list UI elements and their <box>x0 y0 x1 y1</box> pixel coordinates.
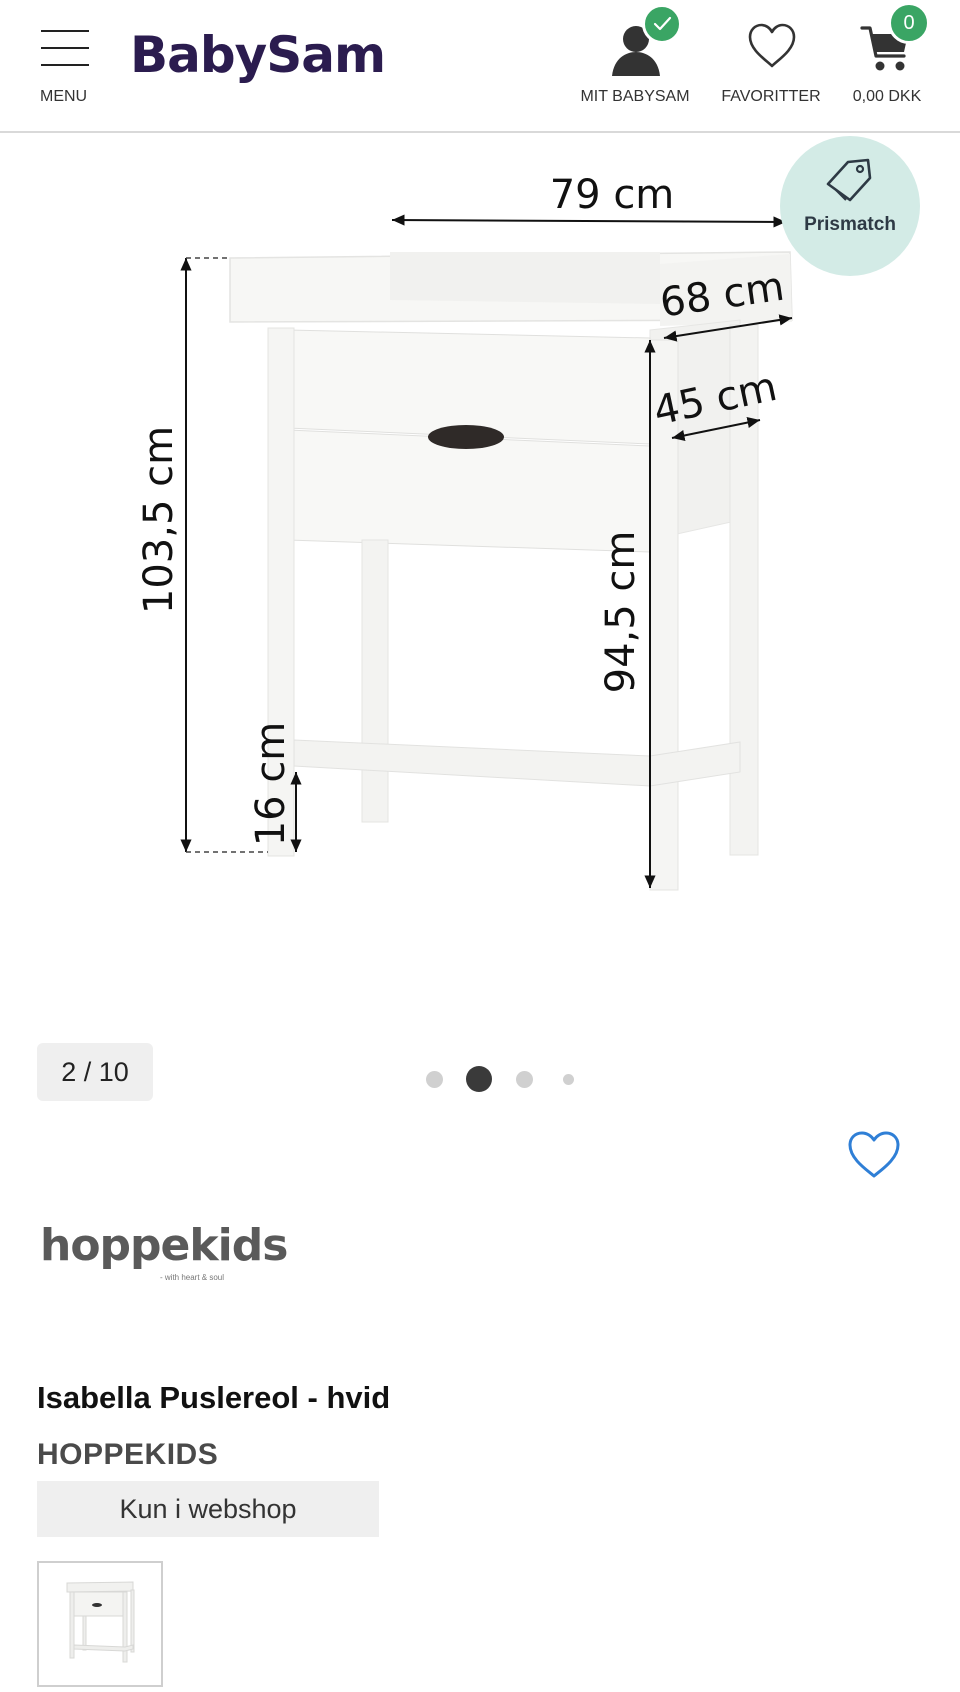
heart-icon <box>848 1131 900 1178</box>
carousel-dot[interactable] <box>516 1071 533 1088</box>
product-brand[interactable]: HOPPEKIDS <box>37 1438 218 1472</box>
menu-label: MENU <box>40 88 88 105</box>
site-header: MENU BabySam MIT BABYSAM FAVORITTER 0,00… <box>0 0 960 133</box>
favorites-label: FAVORITTER <box>721 88 821 105</box>
total-height-dimension-label: 103,5 cm <box>136 426 182 614</box>
account-label: MIT BABYSAM <box>580 88 690 105</box>
thumbnail-image <box>39 1563 161 1685</box>
brand-logo-tagline: - with heart & soul <box>160 1273 225 1282</box>
surface-height-dimension-label: 94,5 cm <box>598 531 644 694</box>
prismatch-label: Prismatch <box>804 214 896 235</box>
hoppekids-logo[interactable]: hoppekids - with heart & soul <box>38 1220 298 1290</box>
image-counter: 2 / 10 <box>37 1043 153 1101</box>
carousel-dot[interactable] <box>563 1074 574 1085</box>
hamburger-icon <box>41 30 89 66</box>
shelf-height-dimension-label: 16 cm <box>248 722 294 847</box>
cart-total: 0,00 DKK <box>852 88 922 105</box>
product-thumbnail[interactable] <box>37 1561 163 1687</box>
cart-count-badge: 0 <box>888 2 930 44</box>
heart-icon <box>748 23 796 68</box>
product-title: Isabella Puslereol - hvid <box>37 1380 391 1415</box>
add-to-favorites-button[interactable] <box>846 1130 902 1180</box>
prismatch-badge[interactable]: Prismatch <box>780 136 920 276</box>
carousel-dot[interactable] <box>426 1071 443 1088</box>
width-dimension-label: 79 cm <box>550 172 675 218</box>
carousel-dot-active[interactable] <box>466 1066 492 1092</box>
logged-in-check-badge <box>642 4 682 44</box>
brand-logo-word: hoppekids <box>40 1220 288 1271</box>
check-icon <box>653 16 672 31</box>
favorites-button[interactable]: FAVORITTER <box>712 18 830 118</box>
availability-badge: Kun i webshop <box>37 1481 379 1537</box>
price-tag-icon <box>826 158 872 202</box>
carousel-dots <box>426 1066 576 1092</box>
babysam-logo[interactable]: BabySam <box>130 26 386 84</box>
menu-button[interactable]: MENU <box>38 26 94 108</box>
